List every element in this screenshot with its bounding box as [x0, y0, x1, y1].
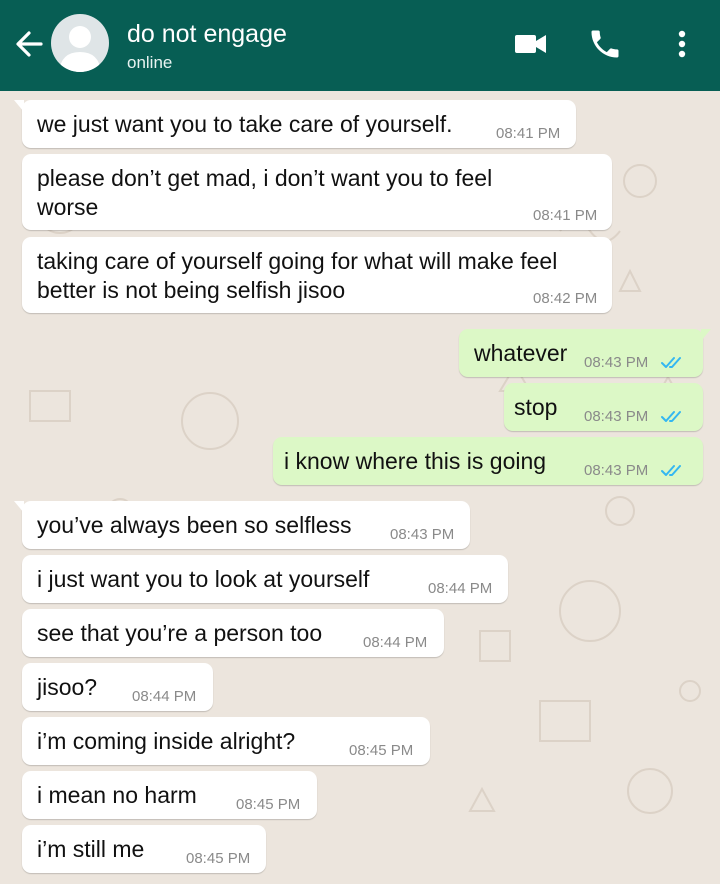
message-time: 08:43 PM — [390, 526, 455, 543]
message-list: we just want you to take care of yoursel… — [0, 91, 720, 884]
message-text: i’m still me — [37, 836, 145, 862]
message-incoming[interactable]: i mean no harm 08:45 PM — [22, 771, 317, 819]
arrow-left-icon — [16, 31, 43, 57]
contact-name[interactable]: do not engage — [127, 19, 287, 49]
message-time: 08:42 PM — [533, 290, 598, 307]
message-text: i know where this is going — [284, 448, 547, 474]
message-time: 08:44 PM — [428, 580, 493, 597]
message-incoming[interactable]: we just want you to take care of yoursel… — [14, 100, 576, 148]
message-text: taking care of yourself going for what w… — [37, 248, 558, 303]
message-incoming[interactable]: i just want you to look at yourself 08:4… — [22, 555, 508, 603]
message-time: 08:44 PM — [132, 688, 197, 705]
bubble-tail — [701, 329, 711, 341]
phone-icon — [591, 30, 619, 58]
chat-header: do not engage online — [0, 0, 720, 91]
double-check-icon — [661, 465, 681, 476]
message-incoming[interactable]: you’ve always been so selfless 08:43 PM — [14, 501, 470, 549]
default-avatar-icon — [59, 26, 101, 72]
message-text: i mean no harm — [37, 782, 197, 808]
message-outgoing[interactable]: whatever 08:43 PM — [459, 329, 711, 377]
message-text: jisoo? — [37, 674, 98, 700]
back-button[interactable] — [10, 27, 48, 61]
message-time: 08:43 PM — [584, 354, 649, 371]
message-incoming[interactable]: i’m still me 08:45 PM — [22, 825, 266, 873]
double-check-icon — [661, 357, 681, 368]
more-vertical-icon — [678, 30, 686, 58]
message-text: stop — [514, 394, 558, 420]
menu-button[interactable] — [670, 28, 694, 62]
message-text: please don’t get mad, i don’t want you t… — [37, 165, 493, 220]
message-time: 08:43 PM — [584, 462, 649, 479]
contact-avatar[interactable] — [51, 14, 109, 72]
message-incoming[interactable]: jisoo? 08:44 PM — [22, 663, 213, 711]
message-text: see that you’re a person too — [37, 620, 323, 646]
message-time: 08:45 PM — [349, 742, 414, 759]
bubble-tail — [14, 100, 24, 112]
bubble-tail — [14, 501, 24, 513]
message-time: 08:43 PM — [584, 408, 649, 425]
message-text: whatever — [474, 340, 568, 366]
message-time: 08:45 PM — [186, 850, 251, 867]
message-incoming[interactable]: see that you’re a person too 08:44 PM — [22, 609, 444, 657]
message-incoming[interactable]: i’m coming inside alright? 08:45 PM — [22, 717, 430, 765]
contact-status: online — [127, 53, 173, 72]
message-text: you’ve always been so selfless — [37, 512, 352, 538]
message-time: 08:41 PM — [496, 125, 561, 142]
message-text: i just want you to look at yourself — [37, 566, 370, 592]
message-text: we just want you to take care of yoursel… — [37, 111, 453, 137]
message-text: i’m coming inside alright? — [37, 728, 296, 754]
message-time: 08:44 PM — [363, 634, 428, 651]
video-call-icon — [515, 35, 546, 53]
double-check-icon — [661, 411, 681, 422]
message-incoming[interactable]: please don’t get mad, i don’t want you t… — [22, 154, 612, 230]
message-outgoing[interactable]: stop 08:43 PM — [504, 383, 703, 431]
voice-call-button[interactable] — [587, 26, 623, 62]
video-call-button[interactable] — [513, 31, 549, 57]
message-time: 08:45 PM — [236, 796, 301, 813]
message-time: 08:41 PM — [533, 207, 598, 224]
message-incoming[interactable]: taking care of yourself going for what w… — [22, 237, 612, 313]
message-outgoing[interactable]: i know where this is going 08:43 PM — [273, 437, 703, 485]
